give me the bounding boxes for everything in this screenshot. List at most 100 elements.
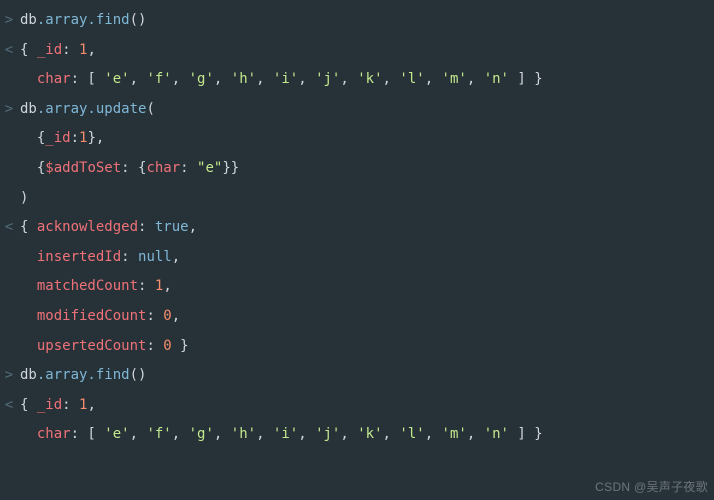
token: 'l' xyxy=(399,71,424,87)
token: , xyxy=(256,426,273,442)
token: : [ xyxy=(71,71,105,87)
token: { xyxy=(20,160,45,176)
code-content: {$addToSet: {char: "e"}} xyxy=(18,159,714,179)
token: .array.find xyxy=(37,367,130,383)
token: modifiedCount xyxy=(37,308,147,324)
token: , xyxy=(467,71,484,87)
prompt-output-icon: < xyxy=(0,41,18,61)
token: 'n' xyxy=(484,71,509,87)
token: , xyxy=(163,278,171,294)
terminal-output: >db.array.find()<{ _id: 1, char: [ 'e', … xyxy=(0,0,714,450)
token: 'h' xyxy=(231,71,256,87)
token: 'l' xyxy=(399,426,424,442)
token: 'f' xyxy=(146,426,171,442)
token: 'g' xyxy=(189,426,214,442)
code-content: {_id:1}, xyxy=(18,129,714,149)
code-line: >db.array.find() xyxy=(0,6,714,36)
code-line: insertedId: null, xyxy=(0,243,714,273)
token: char xyxy=(37,71,71,87)
code-content: char: [ 'e', 'f', 'g', 'h', 'i', 'j', 'k… xyxy=(18,70,714,90)
token: , xyxy=(172,249,180,265)
code-line: >db.array.update( xyxy=(0,95,714,125)
token: char xyxy=(146,160,180,176)
token: , xyxy=(130,426,147,442)
token: , xyxy=(425,426,442,442)
token: $addToSet xyxy=(45,160,121,176)
token: .array.update xyxy=(37,101,147,117)
token: ] } xyxy=(509,426,543,442)
code-content: db.array.find() xyxy=(18,11,714,31)
token xyxy=(20,338,37,354)
token: }} xyxy=(222,160,239,176)
token: 'j' xyxy=(315,426,340,442)
code-line: {$addToSet: {char: "e"}} xyxy=(0,154,714,184)
token: insertedId xyxy=(37,249,121,265)
watermark-text: CSDN @吴声子夜歌 xyxy=(595,479,708,496)
token: 'm' xyxy=(442,71,467,87)
code-line: ) xyxy=(0,184,714,214)
token: "e" xyxy=(197,160,222,176)
code-line: >db.array.find() xyxy=(0,361,714,391)
token: acknowledged xyxy=(37,219,138,235)
token: db xyxy=(20,12,37,28)
code-content: db.array.update( xyxy=(18,100,714,120)
token: : [ xyxy=(71,426,105,442)
token: { xyxy=(20,397,37,413)
token: , xyxy=(298,426,315,442)
token: 'f' xyxy=(146,71,171,87)
token: , xyxy=(214,426,231,442)
token: ] } xyxy=(509,71,543,87)
code-content: db.array.find() xyxy=(18,366,714,386)
token: char xyxy=(37,426,71,442)
token: _id xyxy=(37,397,62,413)
code-line: <{ _id: 1, xyxy=(0,36,714,66)
token: , xyxy=(425,71,442,87)
token: , xyxy=(172,71,189,87)
token: .array.find xyxy=(37,12,130,28)
token: , xyxy=(87,397,95,413)
code-content: { _id: 1, xyxy=(18,396,714,416)
token: , xyxy=(340,71,357,87)
token: , xyxy=(340,426,357,442)
token: : xyxy=(146,308,163,324)
token: 'g' xyxy=(189,71,214,87)
token: _id xyxy=(45,130,70,146)
code-line: matchedCount: 1, xyxy=(0,272,714,302)
token xyxy=(20,278,37,294)
token: : xyxy=(62,42,79,58)
token: , xyxy=(383,71,400,87)
token: 0 xyxy=(163,338,171,354)
token: () xyxy=(130,12,147,28)
code-line: <{ _id: 1, xyxy=(0,391,714,421)
token: , xyxy=(256,71,273,87)
token xyxy=(20,308,37,324)
token: : xyxy=(71,130,79,146)
token: () xyxy=(130,367,147,383)
code-content: upsertedCount: 0 } xyxy=(18,337,714,357)
token: , xyxy=(172,308,180,324)
token: , xyxy=(87,42,95,58)
code-content: { acknowledged: true, xyxy=(18,218,714,238)
token: { xyxy=(20,219,37,235)
token: , xyxy=(383,426,400,442)
code-line: modifiedCount: 0, xyxy=(0,302,714,332)
token: 'k' xyxy=(357,426,382,442)
token: , xyxy=(298,71,315,87)
token: _id xyxy=(37,42,62,58)
token: { xyxy=(20,130,45,146)
token: 'j' xyxy=(315,71,340,87)
token xyxy=(20,71,37,87)
token: 'm' xyxy=(442,426,467,442)
token xyxy=(20,426,37,442)
token: upsertedCount xyxy=(37,338,147,354)
code-content: insertedId: null, xyxy=(18,248,714,268)
token: 'e' xyxy=(104,426,129,442)
code-line: upsertedCount: 0 } xyxy=(0,332,714,362)
token: 'i' xyxy=(273,426,298,442)
token: 0 xyxy=(163,308,171,324)
code-content: modifiedCount: 0, xyxy=(18,307,714,327)
token: 'e' xyxy=(104,71,129,87)
token: ( xyxy=(146,101,154,117)
token: : xyxy=(138,219,155,235)
prompt-input-icon: > xyxy=(0,366,18,386)
